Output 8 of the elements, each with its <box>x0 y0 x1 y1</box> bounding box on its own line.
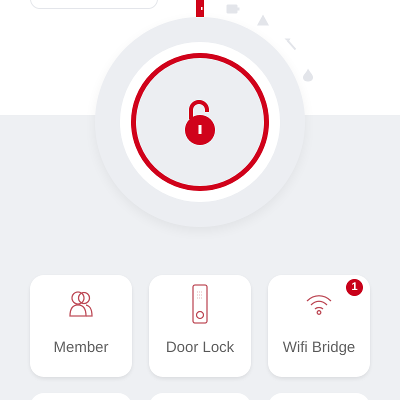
feature-tile[interactable]: Member <box>30 275 132 377</box>
notification-badge: 1 <box>346 279 363 296</box>
door-lock-icon <box>192 284 208 324</box>
wifi-icon <box>306 292 332 314</box>
unlocked-padlock-icon <box>184 99 216 145</box>
people-icon <box>69 290 93 316</box>
feature-tile[interactable]: Wifi Bridge 1 <box>268 275 370 377</box>
feature-tile[interactable]: Door Lock <box>149 275 251 377</box>
